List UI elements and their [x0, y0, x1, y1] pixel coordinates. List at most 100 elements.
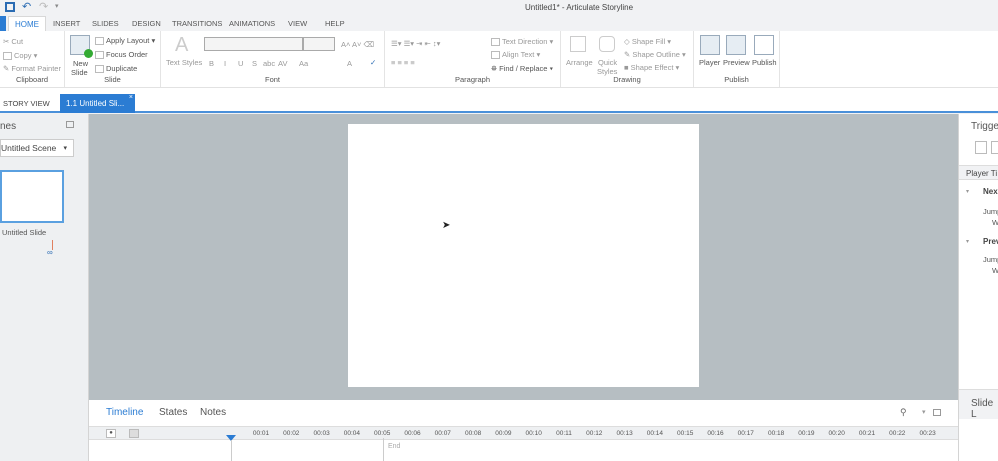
timeline-tick: 00:05 [374, 430, 391, 437]
shape-outline-button[interactable]: ✎ Shape Outline ▾ [624, 50, 686, 59]
cursor-icon: ➤ [442, 220, 451, 231]
timeline-tick: 00:11 [556, 430, 572, 437]
redo-icon[interactable]: ↷ [39, 0, 48, 13]
slide-tab-label: 1.1 Untitled Sli... [66, 99, 125, 108]
text-styles-icon: A [175, 34, 189, 56]
timeline-options-icon[interactable]: ⚲ [900, 407, 907, 418]
timeline-ruler[interactable]: ● 00:01 00:02 00:03 00:04 00:05 00:06 00:07 00:… [89, 426, 958, 441]
scenes-title: nes [0, 121, 17, 132]
tab-insert[interactable]: INSERT [53, 19, 80, 28]
restore-icon[interactable] [66, 121, 74, 128]
preview-icon [726, 35, 746, 55]
font-grow-button[interactable]: A˄ A˅ ⌫ [341, 40, 374, 49]
new-trigger-icon[interactable] [975, 141, 987, 154]
preview-button[interactable]: Preview [723, 58, 750, 67]
change-case-button[interactable]: Aa [299, 59, 308, 68]
copy-label: Copy [14, 51, 32, 60]
close-icon[interactable]: × [129, 94, 133, 101]
font-size-select[interactable] [303, 37, 335, 51]
collapse-icon[interactable]: ▾ [966, 188, 969, 195]
eye-icon[interactable]: ● [106, 429, 116, 438]
trigger-condition: W [992, 218, 998, 227]
shape-outline-label: Shape Outline [632, 50, 680, 59]
slide-layers-title: Slide L [971, 398, 994, 420]
text-styles-button[interactable]: Text Styles [166, 58, 202, 67]
tab-slides[interactable]: SLIDES [92, 19, 119, 28]
shape-fill-button[interactable]: ◇ Shape Fill ▾ [624, 37, 671, 46]
arrange-button[interactable]: Arrange [566, 58, 593, 67]
text-direction-icon [491, 38, 500, 47]
cut-button[interactable]: ✂ Cut [3, 37, 23, 46]
trigger-next[interactable]: Nex [983, 187, 998, 196]
slide-name: Untitled Slide [2, 228, 47, 237]
duplicate-label: Duplicate [106, 64, 138, 73]
window-title: Untitled1* - Articulate Storyline [525, 3, 634, 12]
tab-slide[interactable]: 1.1 Untitled Sli... × [60, 94, 135, 113]
underline-button[interactable]: U [238, 59, 243, 68]
focus-order-button[interactable]: Focus Order [95, 50, 148, 60]
copy-button[interactable]: Copy ▾ [3, 51, 37, 61]
trigger-tool-icon[interactable] [991, 141, 998, 154]
spellcheck-icon[interactable]: ✓ [370, 58, 376, 67]
slide-canvas: ➤ [89, 114, 958, 400]
file-tab[interactable] [0, 16, 6, 31]
dropdown-icon[interactable]: ▾ [922, 408, 926, 416]
player-button[interactable]: Player [699, 58, 720, 67]
italic-button[interactable]: I [224, 59, 226, 68]
bold-button[interactable]: B [209, 59, 214, 68]
trigger-action[interactable]: Jump [983, 255, 998, 264]
timeline-tick: 00:13 [616, 430, 633, 437]
format-painter-button[interactable]: ✎ Format Painter [3, 64, 61, 73]
bullets-button[interactable]: ☰▾ ☰▾ ⇥ ⇤ ↕▾ [391, 39, 440, 48]
ribbon-tabs: HOME INSERT SLIDES DESIGN TRANSITIONS AN… [0, 16, 998, 31]
trigger-action[interactable]: Jump [983, 207, 998, 216]
tab-states[interactable]: States [159, 407, 187, 418]
tab-transitions[interactable]: TRANSITIONS [172, 19, 222, 28]
save-icon[interactable] [5, 2, 15, 12]
timeline-tick: 00:17 [737, 430, 754, 437]
publish-group: Player Preview Publish Publish [694, 31, 780, 87]
shape-effect-button[interactable]: ■ Shape Effect ▾ [624, 63, 679, 72]
slide-thumbnail[interactable] [0, 170, 64, 223]
align-buttons[interactable]: ≡ ≡ ≡ ≡ [391, 58, 415, 67]
publish-button[interactable]: Publish [752, 58, 777, 67]
shape-effect-label: Shape Effect [630, 63, 674, 72]
tab-animations[interactable]: ANIMATIONS [229, 19, 275, 28]
tab-story-view[interactable]: STORY VIEW [3, 99, 50, 108]
end-label: End [388, 443, 401, 450]
trigger-prev[interactable]: Prev [983, 237, 998, 246]
copy-icon [3, 52, 12, 61]
font-color-button[interactable]: A [347, 59, 352, 68]
tab-help[interactable]: HELP [325, 19, 345, 28]
align-text-button[interactable]: Align Text ▾ [491, 50, 540, 60]
quick-styles-button[interactable]: Quick [598, 58, 617, 67]
scene-select[interactable]: Untitled Scene ▾ [0, 139, 74, 157]
strikethrough-button[interactable]: S [252, 59, 257, 68]
lock-icon[interactable] [129, 429, 139, 438]
text-direction-button[interactable]: Text Direction ▾ [491, 37, 553, 47]
tab-timeline[interactable]: Timeline [106, 407, 143, 418]
character-spacing-button[interactable]: AV [278, 59, 287, 68]
slide-stage[interactable] [348, 124, 699, 387]
collapse-icon[interactable]: ▾ [966, 238, 969, 245]
customize-icon[interactable]: ▾ [55, 2, 59, 10]
tab-notes[interactable]: Notes [200, 407, 226, 418]
timeline-tick: 00:06 [404, 430, 421, 437]
tab-home[interactable]: HOME [8, 16, 46, 31]
strike-abc-button[interactable]: abc [263, 59, 275, 68]
drawing-group-label: Drawing [613, 75, 641, 84]
tab-design[interactable]: DESIGN [132, 19, 161, 28]
timeline-tick: 00:21 [858, 430, 876, 437]
duplicate-button[interactable]: Duplicate [95, 64, 138, 74]
undo-icon[interactable]: ↶ [22, 0, 31, 13]
focus-order-label: Focus Order [106, 50, 148, 59]
font-family-select[interactable] [204, 37, 303, 51]
find-replace-button[interactable]: ⛯ Find / Replace ▾ [491, 64, 553, 74]
tab-view[interactable]: VIEW [288, 19, 307, 28]
end-marker[interactable] [383, 438, 384, 461]
restore-icon[interactable] [933, 409, 941, 416]
apply-layout-button[interactable]: Apply Layout ▾ [95, 36, 155, 46]
text-direction-label: Text Direction [502, 37, 548, 46]
timeline-panel: Timeline States Notes ⚲ ▾ ● 00:01 00:02 00… [89, 400, 958, 461]
new-slide-button[interactable]: New [73, 59, 88, 68]
